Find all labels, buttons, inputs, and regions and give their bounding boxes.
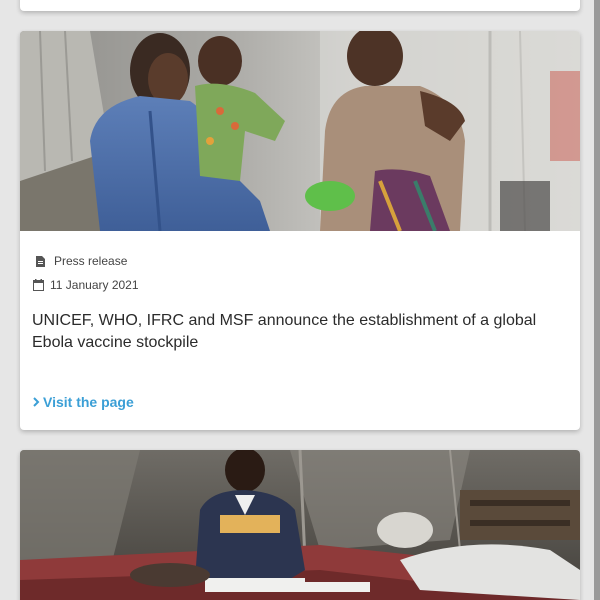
calendar-icon xyxy=(32,279,44,291)
chevron-right-icon xyxy=(32,397,40,407)
card-date-row: 11 January 2021 xyxy=(32,277,568,293)
card-image[interactable] xyxy=(20,31,580,231)
card-image-photo xyxy=(20,31,580,231)
news-card[interactable]: Press release 11 January 2021 UNICEF, WH… xyxy=(20,31,580,430)
card-headline[interactable]: UNICEF, WHO, IFRC and MSF announce the e… xyxy=(32,310,568,354)
visit-page-label: Visit the page xyxy=(43,394,134,410)
news-card-next[interactable] xyxy=(20,450,580,600)
card-image-next-photo xyxy=(20,450,580,600)
scrollbar-thumb[interactable] xyxy=(594,0,600,600)
visit-page-link[interactable]: Visit the page xyxy=(32,394,134,410)
page: Press release 11 January 2021 UNICEF, WH… xyxy=(0,0,600,600)
card-body: Press release 11 January 2021 UNICEF, WH… xyxy=(20,231,580,354)
document-icon xyxy=(34,255,46,267)
card-type-row: Press release xyxy=(32,253,568,269)
card-date: 11 January 2021 xyxy=(50,278,139,292)
card-image-next[interactable] xyxy=(20,450,580,600)
card-previous xyxy=(20,0,580,11)
card-type-label: Press release xyxy=(54,254,128,268)
